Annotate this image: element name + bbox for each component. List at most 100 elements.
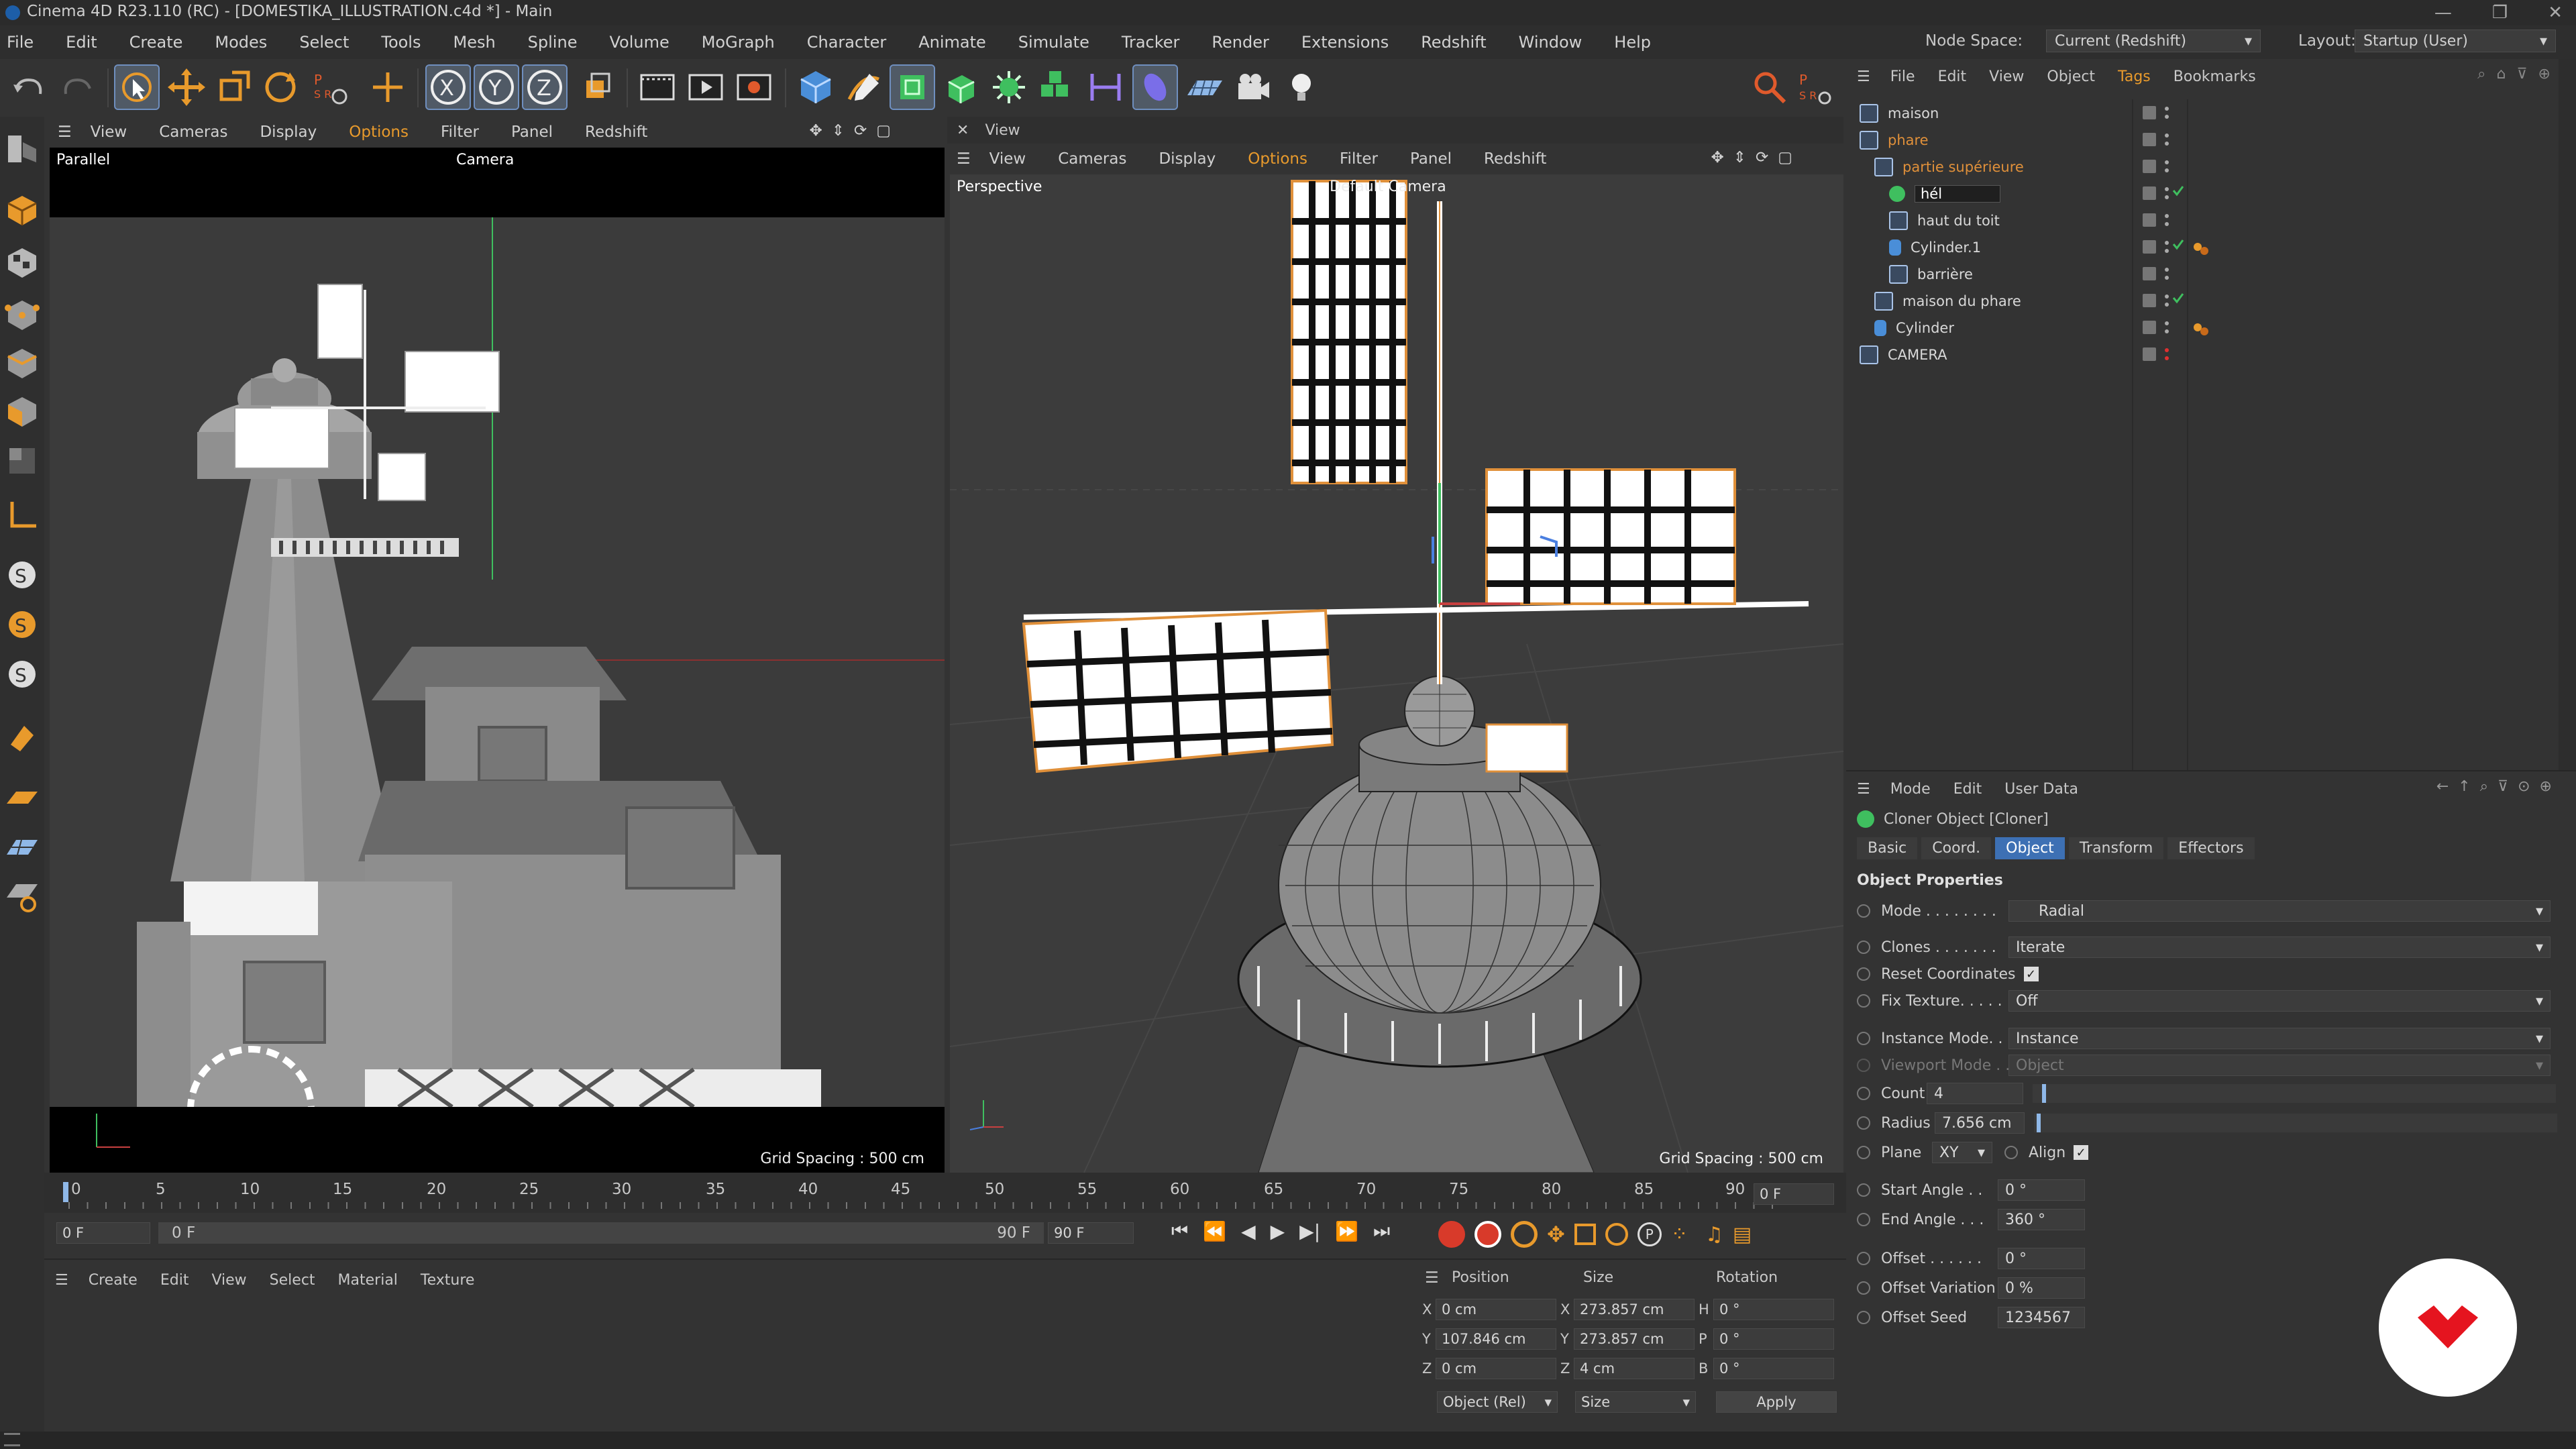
am-menu-edit[interactable]: Edit: [1953, 781, 1982, 798]
model-mode-icon[interactable]: [4, 192, 40, 228]
prev-frame-icon[interactable]: ◀: [1241, 1220, 1256, 1242]
instance-mode-select[interactable]: Instance ▾: [2008, 1028, 2551, 1049]
animate-radio-icon[interactable]: [1857, 1146, 1870, 1159]
mm-menu-create[interactable]: Create: [89, 1272, 138, 1289]
offset-input[interactable]: 0 °: [1998, 1248, 2085, 1269]
object-name[interactable]: Cylinder.1: [1911, 239, 1981, 256]
cube-object-icon[interactable]: [794, 66, 837, 109]
floor-icon[interactable]: [1183, 66, 1226, 109]
am-menu-mode[interactable]: Mode: [1890, 781, 1931, 798]
animate-radio-icon[interactable]: [1857, 1252, 1870, 1265]
pen-spline-icon[interactable]: [843, 66, 885, 109]
goto-start-icon[interactable]: ⏮: [1171, 1220, 1188, 1242]
render-picture-viewer-icon[interactable]: [684, 66, 727, 109]
position-y-input[interactable]: 107.846 cm: [1436, 1328, 1556, 1350]
object-name[interactable]: phare: [1888, 132, 1929, 148]
object-row-camera[interactable]: CAMERA: [1860, 342, 2571, 368]
texture-mode-icon[interactable]: [4, 244, 40, 280]
mm-menu-edit[interactable]: Edit: [160, 1272, 189, 1289]
am-menu-user-data[interactable]: User Data: [2004, 781, 2078, 798]
rotation-b-input[interactable]: 0 °: [1713, 1358, 1834, 1379]
apply-button[interactable]: Apply: [1716, 1391, 1837, 1413]
goto-end-icon[interactable]: ⏭: [1373, 1220, 1390, 1242]
hamburger-icon[interactable]: ☰: [55, 1272, 68, 1289]
workplane-icon[interactable]: [4, 781, 40, 817]
object-name-edit-field[interactable]: hél: [1915, 185, 2000, 203]
mm-menu-view[interactable]: View: [211, 1272, 246, 1289]
vp-left-menu-options[interactable]: Options: [349, 123, 409, 141]
hamburger-icon[interactable]: ☰: [1857, 781, 1870, 798]
right-viewport-camera[interactable]: Default Camera: [1330, 178, 1446, 195]
phong-tag-icon[interactable]: [2192, 322, 2210, 337]
animate-radio-icon[interactable]: [1857, 904, 1870, 918]
coordinate-system-icon[interactable]: [574, 66, 617, 109]
tab-transform[interactable]: Transform: [2068, 837, 2164, 859]
uv-mode-icon[interactable]: [4, 443, 40, 479]
size-y-input[interactable]: 273.857 cm: [1574, 1328, 1695, 1350]
object-name[interactable]: haut du toit: [1917, 213, 2000, 229]
animate-radio-icon[interactable]: [1857, 941, 1870, 954]
node-space-select[interactable]: Current (Redshift) ▾: [2046, 30, 2261, 52]
next-key-icon[interactable]: ⏩: [1335, 1220, 1358, 1242]
size-mode-select[interactable]: Size ▾: [1575, 1391, 1696, 1413]
size-z-input[interactable]: 4 cm: [1574, 1358, 1695, 1379]
object-row-cylinder[interactable]: Cylinder: [1860, 315, 2576, 341]
scale-tool-icon[interactable]: [212, 66, 255, 109]
offset-seed-input[interactable]: 1234567: [1998, 1307, 2085, 1328]
object-row-maison-du-phare[interactable]: maison du phare: [1860, 288, 2576, 314]
axis-x-icon[interactable]: X: [425, 64, 471, 110]
vp-right-menu-redshift[interactable]: Redshift: [1484, 150, 1546, 168]
animate-radio-icon[interactable]: [2004, 1146, 2018, 1159]
om-toolbar-icons[interactable]: ⌕⌂⊽⊕: [2477, 66, 2561, 83]
viewport-nav-icons[interactable]: ✥⇕⟳▢: [1711, 149, 1802, 166]
align-checkbox[interactable]: ✓: [2074, 1145, 2089, 1160]
menu-mograph[interactable]: MoGraph: [702, 33, 775, 52]
close-icon[interactable]: ✕: [957, 122, 969, 139]
vp-left-menu-view[interactable]: View: [91, 123, 127, 141]
axis-z-icon[interactable]: Z: [522, 64, 568, 110]
object-name[interactable]: CAMERA: [1888, 347, 1947, 363]
mode-select[interactable]: Radial ▾: [2008, 900, 2551, 922]
clones-select[interactable]: Iterate ▾: [2008, 936, 2551, 958]
om-menu-file[interactable]: File: [1890, 68, 1915, 85]
current-frame-field[interactable]: 0 F: [1754, 1183, 1834, 1205]
make-editable-icon[interactable]: [4, 130, 40, 166]
tab-basic[interactable]: Basic: [1857, 837, 1918, 859]
hamburger-icon[interactable]: ☰: [957, 150, 971, 168]
plane-select[interactable]: XY ▾: [1932, 1142, 1992, 1163]
move-tool-icon[interactable]: [165, 66, 208, 109]
mm-menu-material[interactable]: Material: [338, 1272, 398, 1289]
hamburger-icon[interactable]: ☰: [1857, 68, 1870, 85]
menu-file[interactable]: File: [7, 33, 34, 52]
radius-input[interactable]: 7.656 cm: [1935, 1112, 2025, 1134]
om-menu-bookmarks[interactable]: Bookmarks: [2174, 68, 2256, 85]
hamburger-icon[interactable]: ☰: [58, 123, 72, 141]
minimize-icon[interactable]: —: [2434, 3, 2452, 23]
om-menu-edit[interactable]: Edit: [1938, 68, 1967, 85]
restore-icon[interactable]: ❐: [2492, 3, 2508, 23]
left-viewport-canvas[interactable]: Parallel Camera Grid Spacing : 500 cm: [50, 148, 945, 1173]
psr-tool-icon[interactable]: PS R: [309, 66, 352, 109]
fix-texture-select[interactable]: Off ▾: [2008, 990, 2551, 1012]
recent-tools-icon[interactable]: [366, 66, 409, 109]
motion-record-icon[interactable]: ♫: [1705, 1223, 1723, 1246]
mm-menu-select[interactable]: Select: [270, 1272, 315, 1289]
vp-left-menu-display[interactable]: Display: [260, 123, 317, 141]
mm-menu-texture[interactable]: Texture: [421, 1272, 475, 1289]
object-row-cylinder-1[interactable]: Cylinder.1: [1860, 235, 2576, 260]
edges-mode-icon[interactable]: [4, 345, 40, 381]
field-icon[interactable]: [1132, 64, 1178, 110]
animate-radio-icon[interactable]: [1857, 1032, 1870, 1045]
animate-radio-icon[interactable]: [1857, 1116, 1870, 1130]
menu-edit[interactable]: Edit: [66, 33, 97, 52]
menu-create[interactable]: Create: [129, 33, 183, 52]
count-slider-handle[interactable]: [2042, 1084, 2046, 1103]
om-menu-tags[interactable]: Tags: [2118, 68, 2151, 85]
camera-icon[interactable]: [1232, 66, 1275, 109]
tab-object[interactable]: Object: [1995, 837, 2065, 859]
cloner-icon[interactable]: [987, 66, 1030, 109]
layout-select[interactable]: Startup (User) ▾: [2355, 30, 2556, 52]
animate-radio-icon[interactable]: [1857, 1183, 1870, 1197]
reset-coordinates-checkbox[interactable]: ✓: [2023, 967, 2039, 981]
points-mode-icon[interactable]: [4, 297, 40, 333]
